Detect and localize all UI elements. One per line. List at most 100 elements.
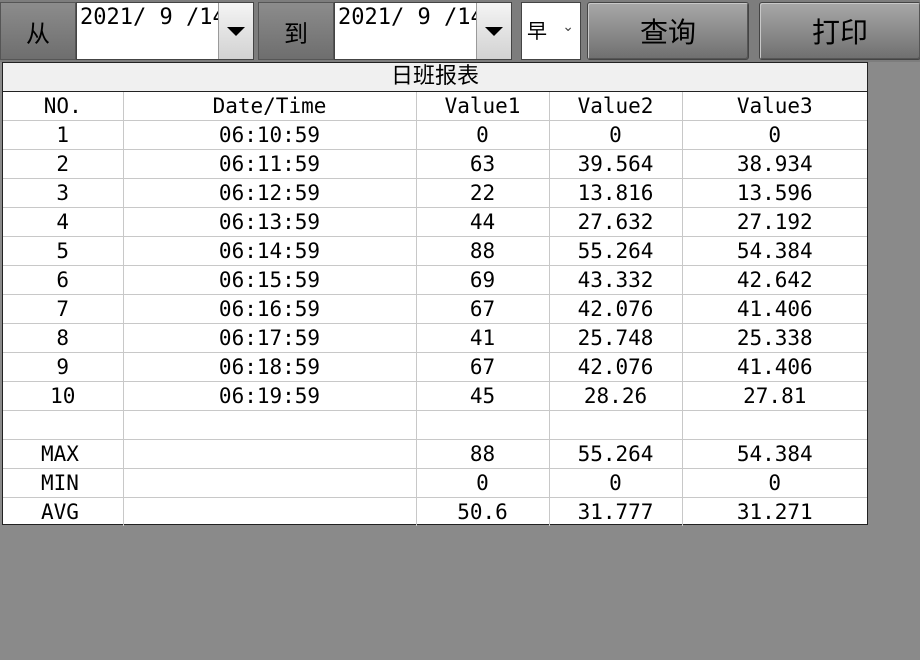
cell-no: 7 <box>3 294 124 324</box>
table-row <box>3 410 867 440</box>
cell-value2: 0 <box>549 468 683 498</box>
from-date-picker[interactable]: 2021/ 9 /14 <box>76 2 254 60</box>
chevron-down-icon <box>227 26 245 36</box>
cell-value2: 27.632 <box>549 207 683 237</box>
cell-value2: 39.564 <box>549 149 683 179</box>
table-row: 10 06:19:59 45 28.26 27.81 <box>3 381 867 411</box>
stat-label: MAX <box>3 439 124 469</box>
cell-value1: 63 <box>416 149 550 179</box>
table-row: 4 06:13:59 44 27.632 27.192 <box>3 207 867 237</box>
stat-row: AVG 50.6 31.777 31.271 <box>3 497 867 526</box>
cell-value3: 54.384 <box>682 236 867 266</box>
daily-report-table: 日班报表 NO. Date/Time Value1 Value2 Value3 … <box>2 62 868 526</box>
cell-datetime <box>123 468 417 498</box>
cell-value3: 25.338 <box>682 323 867 353</box>
cell-no: 6 <box>3 265 124 295</box>
cell-datetime: 06:14:59 <box>123 236 417 266</box>
stat-row: MIN 0 0 0 <box>3 468 867 498</box>
cell-no: 3 <box>3 178 124 208</box>
cell-value3: 41.406 <box>682 352 867 382</box>
cell-value1: 50.6 <box>416 497 550 526</box>
cell-datetime: 06:11:59 <box>123 149 417 179</box>
cell-value3: 38.934 <box>682 149 867 179</box>
stat-row: MAX 88 55.264 54.384 <box>3 439 867 469</box>
cell-datetime: 06:17:59 <box>123 323 417 353</box>
column-header-value1: Value1 <box>416 92 550 121</box>
from-label: 从 <box>0 2 76 60</box>
cell-value3: 31.271 <box>736 500 813 524</box>
cell-no: 10 <box>3 381 124 411</box>
cell-value2: 55.264 <box>549 236 683 266</box>
cell-value1: 45 <box>416 381 550 411</box>
cell-value1: 41 <box>416 323 550 353</box>
shift-select[interactable]: 早 ⌄ <box>521 2 581 60</box>
table-row: 1 06:10:59 0 0 0 <box>3 120 867 150</box>
report-grid: NO. Date/Time Value1 Value2 Value3 1 06:1… <box>3 92 867 526</box>
cell-value2: 0 <box>549 120 683 150</box>
cell-no <box>3 410 124 440</box>
cell-datetime: 06:18:59 <box>123 352 417 382</box>
cell-datetime: 06:15:59 <box>123 265 417 295</box>
cell-datetime: 06:13:59 <box>123 207 417 237</box>
from-date-dropdown-button[interactable] <box>218 3 253 59</box>
cell-value3 <box>682 410 867 440</box>
chevron-down-icon: ⌄ <box>562 19 574 35</box>
cell-value1: 22 <box>416 178 550 208</box>
cell-datetime: 06:19:59 <box>123 381 417 411</box>
from-date-value: 2021/ 9 /14 <box>80 5 226 30</box>
cell-value2: 55.264 <box>549 439 683 469</box>
cell-datetime: 06:16:59 <box>123 294 417 324</box>
table-row: 3 06:12:59 22 13.816 13.596 <box>3 178 867 208</box>
cell-value2: 28.26 <box>549 381 683 411</box>
cell-value1: 88 <box>416 236 550 266</box>
cell-value1: 88 <box>416 439 550 469</box>
to-date-picker[interactable]: 2021/ 9 /14 <box>334 2 512 60</box>
toolbar: 从 2021/ 9 /14 到 2021/ 9 /14 早 ⌄ 查询 打印 <box>0 0 920 62</box>
cell-value2: 42.076 <box>549 294 683 324</box>
cell-value1 <box>416 410 550 440</box>
to-date-dropdown-button[interactable] <box>476 3 511 59</box>
report-title: 日班报表 <box>3 63 867 92</box>
cell-value3: 0 <box>682 120 867 150</box>
cell-no: 4 <box>3 207 124 237</box>
query-button[interactable]: 查询 <box>587 2 749 60</box>
cell-value1: 0 <box>416 120 550 150</box>
cell-value3: 42.642 <box>682 265 867 295</box>
header-row: NO. Date/Time Value1 Value2 Value3 <box>3 92 867 121</box>
to-label: 到 <box>258 2 334 60</box>
cell-value1: 67 <box>416 352 550 382</box>
stat-label: MIN <box>3 468 124 498</box>
table-row: 5 06:14:59 88 55.264 54.384 <box>3 236 867 266</box>
cell-value3: 0 <box>682 468 867 498</box>
cell-datetime <box>123 497 417 526</box>
column-header-value2: Value2 <box>549 92 683 121</box>
cell-no: 2 <box>3 149 124 179</box>
cell-datetime <box>123 410 417 440</box>
cell-value2 <box>549 410 683 440</box>
table-row: 9 06:18:59 67 42.076 41.406 <box>3 352 867 382</box>
cell-no: 1 <box>3 120 124 150</box>
cell-value1: 44 <box>416 207 550 237</box>
cell-no: 9 <box>3 352 124 382</box>
cell-value2: 42.076 <box>549 352 683 382</box>
table-row: 6 06:15:59 69 43.332 42.642 <box>3 265 867 295</box>
cell-value2: 43.332 <box>549 265 683 295</box>
to-date-value: 2021/ 9 /14 <box>338 5 484 30</box>
shift-value: 早 <box>527 19 547 43</box>
cell-value2: 13.816 <box>549 178 683 208</box>
print-button[interactable]: 打印 <box>759 2 920 60</box>
cell-value3: 27.192 <box>682 207 867 237</box>
column-header-value3: Value3 <box>682 92 867 121</box>
table-row: 8 06:17:59 41 25.748 25.338 <box>3 323 867 353</box>
cell-datetime: 06:10:59 <box>123 120 417 150</box>
cell-no: 8 <box>3 323 124 353</box>
cell-value1: 0 <box>416 468 550 498</box>
cell-datetime <box>123 439 417 469</box>
table-row: 7 06:16:59 67 42.076 41.406 <box>3 294 867 324</box>
cell-value3: 13.596 <box>682 178 867 208</box>
stat-label: AVG <box>3 497 124 526</box>
cell-value3: 41.406 <box>682 294 867 324</box>
cell-no: 5 <box>3 236 124 266</box>
cell-datetime: 06:12:59 <box>123 178 417 208</box>
table-row: 2 06:11:59 63 39.564 38.934 <box>3 149 867 179</box>
